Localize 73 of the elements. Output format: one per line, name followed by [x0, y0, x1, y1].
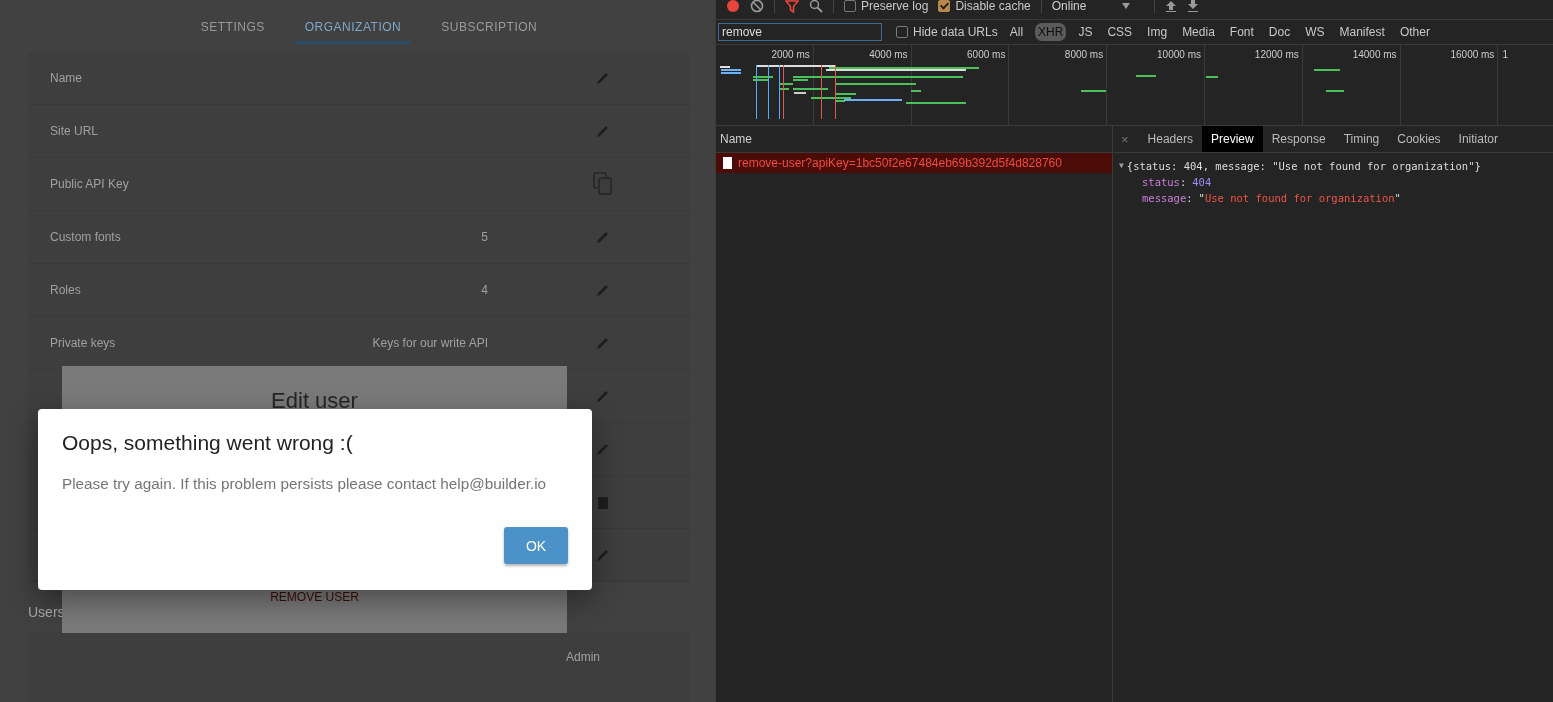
setting-label: Name	[50, 71, 83, 85]
detail-tab[interactable]: Preview	[1201, 126, 1263, 152]
setting-value: 5	[480, 230, 488, 244]
pencil-icon[interactable]	[596, 283, 610, 297]
type-filter[interactable]: CSS	[1104, 23, 1136, 41]
disable-cache-checkbox[interactable]: Disable cache	[938, 0, 1031, 13]
record-icon[interactable]	[726, 0, 740, 13]
detail-tab[interactable]: Timing	[1334, 126, 1389, 152]
request-row[interactable]: remove-user?apiKey=1bc50f2e67484eb69b392d5f4d828760	[716, 153, 1112, 173]
filter-field[interactable]: remove	[718, 23, 882, 41]
json-value: 404	[1192, 175, 1212, 190]
type-filter[interactable]: WS	[1302, 23, 1328, 41]
time-tick: 14000 ms	[1352, 49, 1397, 60]
json-summary: {status: 404, message: "Use not found for organization"}	[1126, 159, 1481, 174]
clear-icon[interactable]	[750, 0, 764, 13]
hide-data-urls-checkbox[interactable]: Hide data URLs	[896, 25, 998, 39]
json-key: message	[1142, 190, 1187, 206]
type-filter[interactable]: Img	[1144, 23, 1171, 41]
setting-label: Public API Key	[50, 177, 130, 191]
type-filter[interactable]: Other	[1396, 23, 1433, 41]
upload-icon[interactable]	[1164, 0, 1177, 12]
detail-tab[interactable]: Initiator	[1449, 126, 1507, 152]
time-tick: 10000 ms	[1157, 49, 1201, 60]
time-tick: 12000 ms	[1254, 49, 1299, 60]
time-tick: 16000 ms	[1450, 49, 1495, 60]
collapse-toggle[interactable]: ▼	[1119, 158, 1124, 174]
throttle-dropdown[interactable]: Online	[1051, 0, 1112, 13]
time-tick: 8000 ms	[1064, 49, 1104, 60]
close-icon[interactable]: ×	[1113, 126, 1139, 152]
setting-label: Private keys	[50, 336, 117, 350]
detail-tab[interactable]: Response	[1262, 126, 1335, 152]
type-filter[interactable]: Manifest	[1336, 23, 1388, 41]
dialog-title: Edit user	[271, 388, 358, 414]
page-tab[interactable]: ORGANIZATION	[294, 20, 412, 44]
download-icon[interactable]	[1186, 0, 1199, 12]
pencil-icon[interactable]	[596, 230, 610, 244]
type-filter[interactable]: Media	[1179, 23, 1218, 41]
json-colon: :	[1186, 191, 1193, 206]
dialog-message: Please try again. If this problem persists please contact help@builder.io	[62, 475, 548, 493]
user-role: Admin	[566, 650, 600, 664]
pencil-icon[interactable]	[596, 442, 610, 456]
time-tick: 4000 ms	[869, 49, 908, 60]
setting-label: Site URL	[50, 124, 100, 138]
json-value: "Use not found for organization"	[1198, 191, 1401, 206]
pencil-icon[interactable]	[596, 548, 610, 562]
time-tick: 1	[1502, 49, 1508, 60]
filter-icon[interactable]	[785, 0, 799, 13]
setting-label: Custom fonts	[50, 230, 122, 244]
type-filter[interactable]: Doc	[1265, 23, 1294, 41]
column-header: Name	[720, 132, 752, 146]
pencil-icon[interactable]	[596, 71, 610, 85]
detail-tab[interactable]: Cookies	[1388, 126, 1450, 152]
setting-label: Roles	[50, 283, 82, 297]
json-key: status	[1142, 174, 1180, 190]
detail-tab[interactable]: Headers	[1138, 126, 1202, 152]
pencil-icon[interactable]	[596, 124, 610, 138]
type-filter[interactable]: All	[1006, 23, 1027, 41]
dialog-title: Oops, something went wrong :(	[62, 431, 354, 455]
page-tab[interactable]: SETTINGS	[196, 20, 269, 44]
pencil-icon[interactable]	[596, 336, 610, 350]
dropdown-arrow-icon[interactable]	[1121, 3, 1130, 9]
setting-value: 4	[480, 283, 488, 297]
pencil-icon[interactable]	[596, 389, 610, 403]
document-icon	[723, 157, 732, 169]
json-colon: :	[1179, 175, 1187, 190]
search-icon[interactable]	[809, 0, 823, 13]
type-filter[interactable]: JS	[1075, 23, 1096, 41]
time-tick: 2000 ms	[771, 49, 810, 60]
page-tab[interactable]: SUBSCRIPTION	[437, 20, 542, 44]
type-filter[interactable]: Font	[1226, 23, 1257, 41]
time-tick: 6000 ms	[967, 49, 1006, 60]
setting-value: Keys for our write API	[371, 336, 488, 350]
preserve-log-checkbox[interactable]: Preserve log	[844, 0, 929, 13]
